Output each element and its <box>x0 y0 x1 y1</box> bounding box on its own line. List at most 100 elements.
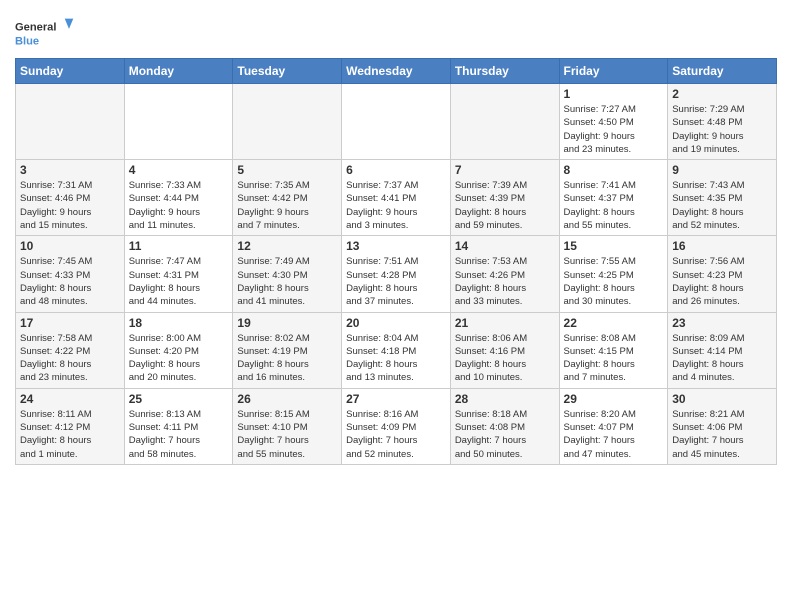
day-info: Sunrise: 7:29 AMSunset: 4:48 PMDaylight:… <box>672 103 772 156</box>
table-row: 26 Sunrise: 8:15 AMSunset: 4:10 PMDayligh… <box>233 388 342 464</box>
table-row: 8 Sunrise: 7:41 AMSunset: 4:37 PMDaylight… <box>559 160 668 236</box>
day-number: 27 <box>346 392 446 406</box>
day-number: 20 <box>346 316 446 330</box>
day-info: Sunrise: 7:47 AMSunset: 4:31 PMDaylight:… <box>129 255 229 308</box>
day-info: Sunrise: 8:16 AMSunset: 4:09 PMDaylight:… <box>346 408 446 461</box>
table-row: 23 Sunrise: 8:09 AMSunset: 4:14 PMDayligh… <box>668 312 777 388</box>
day-info: Sunrise: 8:20 AMSunset: 4:07 PMDaylight:… <box>564 408 664 461</box>
day-info: Sunrise: 8:18 AMSunset: 4:08 PMDaylight:… <box>455 408 555 461</box>
header: General Blue <box>15 10 777 54</box>
table-row: 20 Sunrise: 8:04 AMSunset: 4:18 PMDayligh… <box>342 312 451 388</box>
table-row: 2 Sunrise: 7:29 AMSunset: 4:48 PMDaylight… <box>668 84 777 160</box>
day-number: 14 <box>455 239 555 253</box>
day-info: Sunrise: 8:06 AMSunset: 4:16 PMDaylight:… <box>455 332 555 385</box>
table-row: 13 Sunrise: 7:51 AMSunset: 4:28 PMDayligh… <box>342 236 451 312</box>
col-sunday: Sunday <box>16 59 125 84</box>
table-row: 16 Sunrise: 7:56 AMSunset: 4:23 PMDayligh… <box>668 236 777 312</box>
day-number: 21 <box>455 316 555 330</box>
day-number: 30 <box>672 392 772 406</box>
calendar-week-2: 3Sunrise: 7:31 AMSunset: 4:46 PMDaylight… <box>16 160 777 236</box>
col-saturday: Saturday <box>668 59 777 84</box>
day-number: 16 <box>672 239 772 253</box>
day-info: Sunrise: 8:00 AMSunset: 4:20 PMDaylight:… <box>129 332 229 385</box>
day-info: Sunrise: 8:13 AMSunset: 4:11 PMDaylight:… <box>129 408 229 461</box>
table-row: 24 Sunrise: 8:11 AMSunset: 4:12 PMDayligh… <box>16 388 125 464</box>
col-thursday: Thursday <box>450 59 559 84</box>
table-row: 22Sunrise: 8:08 AMSunset: 4:15 PMDayligh… <box>559 312 668 388</box>
day-info: Sunrise: 8:02 AMSunset: 4:19 PMDaylight:… <box>237 332 337 385</box>
day-info: Sunrise: 7:45 AMSunset: 4:33 PMDaylight:… <box>20 255 120 308</box>
day-number: 19 <box>237 316 337 330</box>
day-number: 12 <box>237 239 337 253</box>
calendar-week-3: 10 Sunrise: 7:45 AMSunset: 4:33 PMDayligh… <box>16 236 777 312</box>
day-info: Sunrise: 7:43 AMSunset: 4:35 PMDaylight:… <box>672 179 772 232</box>
day-info: Sunrise: 7:27 AMSunset: 4:50 PMDaylight:… <box>564 103 664 156</box>
day-number: 1 <box>564 87 664 101</box>
table-row: 27 Sunrise: 8:16 AMSunset: 4:09 PMDayligh… <box>342 388 451 464</box>
day-info: Sunrise: 8:15 AMSunset: 4:10 PMDaylight:… <box>237 408 337 461</box>
day-number: 6 <box>346 163 446 177</box>
table-row: 6Sunrise: 7:37 AMSunset: 4:41 PMDaylight… <box>342 160 451 236</box>
table-row <box>124 84 233 160</box>
col-monday: Monday <box>124 59 233 84</box>
day-number: 11 <box>129 239 229 253</box>
table-row <box>233 84 342 160</box>
table-row: 21 Sunrise: 8:06 AMSunset: 4:16 PMDayligh… <box>450 312 559 388</box>
day-info: Sunrise: 7:35 AMSunset: 4:42 PMDaylight:… <box>237 179 337 232</box>
day-info: Sunrise: 7:51 AMSunset: 4:28 PMDaylight:… <box>346 255 446 308</box>
svg-text:General: General <box>15 22 56 34</box>
col-tuesday: Tuesday <box>233 59 342 84</box>
day-info: Sunrise: 8:04 AMSunset: 4:18 PMDaylight:… <box>346 332 446 385</box>
day-number: 17 <box>20 316 120 330</box>
table-row: 3Sunrise: 7:31 AMSunset: 4:46 PMDaylight… <box>16 160 125 236</box>
col-wednesday: Wednesday <box>342 59 451 84</box>
table-row: 14Sunrise: 7:53 AMSunset: 4:26 PMDayligh… <box>450 236 559 312</box>
day-number: 26 <box>237 392 337 406</box>
table-row: 15 Sunrise: 7:55 AMSunset: 4:25 PMDayligh… <box>559 236 668 312</box>
table-row: 18 Sunrise: 8:00 AMSunset: 4:20 PMDayligh… <box>124 312 233 388</box>
table-row: 12 Sunrise: 7:49 AMSunset: 4:30 PMDayligh… <box>233 236 342 312</box>
table-row <box>342 84 451 160</box>
day-number: 7 <box>455 163 555 177</box>
day-number: 3 <box>20 163 120 177</box>
day-info: Sunrise: 8:09 AMSunset: 4:14 PMDaylight:… <box>672 332 772 385</box>
col-friday: Friday <box>559 59 668 84</box>
table-row: 25 Sunrise: 8:13 AMSunset: 4:11 PMDayligh… <box>124 388 233 464</box>
day-info: Sunrise: 7:56 AMSunset: 4:23 PMDaylight:… <box>672 255 772 308</box>
table-row: 11 Sunrise: 7:47 AMSunset: 4:31 PMDayligh… <box>124 236 233 312</box>
day-number: 24 <box>20 392 120 406</box>
logo-svg: General Blue <box>15 14 75 54</box>
day-number: 2 <box>672 87 772 101</box>
table-row: 29 Sunrise: 8:20 AMSunset: 4:07 PMDayligh… <box>559 388 668 464</box>
day-number: 5 <box>237 163 337 177</box>
day-info: Sunrise: 7:49 AMSunset: 4:30 PMDaylight:… <box>237 255 337 308</box>
day-info: Sunrise: 7:33 AMSunset: 4:44 PMDaylight:… <box>129 179 229 232</box>
calendar-week-5: 24 Sunrise: 8:11 AMSunset: 4:12 PMDayligh… <box>16 388 777 464</box>
table-row: 28Sunrise: 8:18 AMSunset: 4:08 PMDayligh… <box>450 388 559 464</box>
table-row: 17Sunrise: 7:58 AMSunset: 4:22 PMDayligh… <box>16 312 125 388</box>
calendar-week-1: 1 Sunrise: 7:27 AMSunset: 4:50 PMDaylight… <box>16 84 777 160</box>
day-number: 22 <box>564 316 664 330</box>
table-row: 9Sunrise: 7:43 AMSunset: 4:35 PMDaylight… <box>668 160 777 236</box>
day-number: 13 <box>346 239 446 253</box>
table-row: 30 Sunrise: 8:21 AMSunset: 4:06 PMDayligh… <box>668 388 777 464</box>
table-row: 1 Sunrise: 7:27 AMSunset: 4:50 PMDaylight… <box>559 84 668 160</box>
table-row <box>16 84 125 160</box>
calendar-table: Sunday Monday Tuesday Wednesday Thursday… <box>15 58 777 465</box>
day-info: Sunrise: 7:55 AMSunset: 4:25 PMDaylight:… <box>564 255 664 308</box>
svg-text:Blue: Blue <box>15 35 39 47</box>
day-number: 18 <box>129 316 229 330</box>
day-info: Sunrise: 8:11 AMSunset: 4:12 PMDaylight:… <box>20 408 120 461</box>
day-info: Sunrise: 7:41 AMSunset: 4:37 PMDaylight:… <box>564 179 664 232</box>
calendar-container: General Blue Sunday Monday Tuesday Wedne… <box>0 0 792 475</box>
calendar-body: 1 Sunrise: 7:27 AMSunset: 4:50 PMDaylight… <box>16 84 777 465</box>
day-number: 23 <box>672 316 772 330</box>
table-row <box>450 84 559 160</box>
day-info: Sunrise: 7:39 AMSunset: 4:39 PMDaylight:… <box>455 179 555 232</box>
day-number: 10 <box>20 239 120 253</box>
day-number: 29 <box>564 392 664 406</box>
day-number: 8 <box>564 163 664 177</box>
day-info: Sunrise: 8:21 AMSunset: 4:06 PMDaylight:… <box>672 408 772 461</box>
day-number: 25 <box>129 392 229 406</box>
day-number: 15 <box>564 239 664 253</box>
